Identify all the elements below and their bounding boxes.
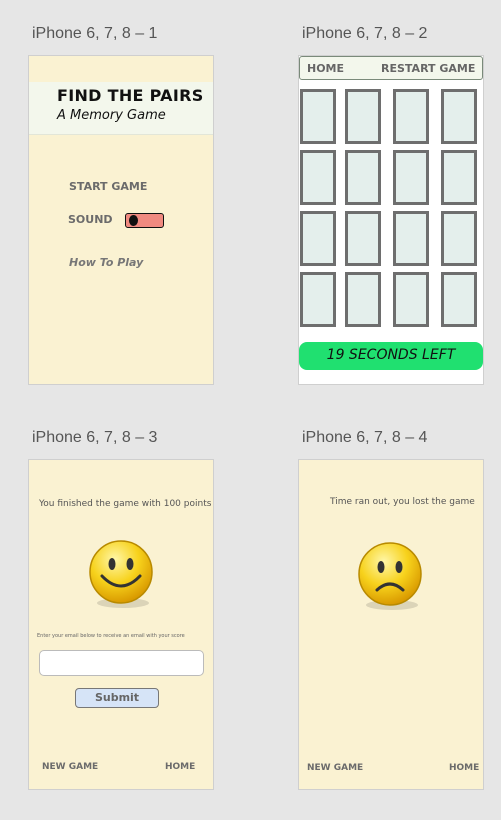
home-button[interactable]: HOME xyxy=(449,763,479,773)
submit-button[interactable]: Submit xyxy=(75,688,159,708)
email-prompt: Enter your email below to receive an ema… xyxy=(37,633,185,639)
artboard-label-3: iPhone 6, 7, 8 – 3 xyxy=(32,429,158,446)
card[interactable] xyxy=(300,89,336,144)
card[interactable] xyxy=(441,89,477,144)
home-button[interactable]: HOME xyxy=(307,62,344,75)
new-game-button[interactable]: NEW GAME xyxy=(307,763,363,773)
toggle-knob xyxy=(129,215,138,226)
card[interactable] xyxy=(345,150,381,205)
sound-label: SOUND xyxy=(68,213,113,226)
timer-text: 19 SECONDS LEFT xyxy=(326,347,456,363)
start-game-button[interactable]: START GAME xyxy=(69,180,147,193)
home-button[interactable]: HOME xyxy=(165,762,195,772)
artboard-label-1: iPhone 6, 7, 8 – 1 xyxy=(32,25,158,42)
card[interactable] xyxy=(393,272,429,327)
lose-screen: Time ran out, you lost the game NEW GAME… xyxy=(298,459,484,790)
win-message: You finished the game with 100 points xyxy=(39,499,212,509)
win-screen: You finished the game with 100 points En… xyxy=(28,459,214,790)
menu-screen: FIND THE PAIRS A Memory Game START GAME … xyxy=(28,55,214,385)
card[interactable] xyxy=(441,150,477,205)
card[interactable] xyxy=(441,211,477,266)
restart-game-button[interactable]: RESTART GAME xyxy=(381,62,475,75)
timer-bar: 19 SECONDS LEFT xyxy=(299,342,483,370)
card[interactable] xyxy=(345,89,381,144)
how-to-play-link[interactable]: How To Play xyxy=(69,256,143,269)
new-game-button[interactable]: NEW GAME xyxy=(42,762,98,772)
artboard-label-2: iPhone 6, 7, 8 – 2 xyxy=(302,25,428,42)
card[interactable] xyxy=(345,211,381,266)
game-title: FIND THE PAIRS xyxy=(57,86,204,105)
card[interactable] xyxy=(300,272,336,327)
lose-message: Time ran out, you lost the game xyxy=(330,497,475,507)
title-banner: FIND THE PAIRS A Memory Game xyxy=(29,82,213,135)
card[interactable] xyxy=(393,150,429,205)
game-header: HOME RESTART GAME xyxy=(299,56,483,80)
game-subtitle: A Memory Game xyxy=(57,108,166,123)
happy-face-icon xyxy=(89,540,153,608)
sad-face-icon xyxy=(358,542,422,610)
game-screen: HOME RESTART GAME 19 SECONDS LEFT xyxy=(298,55,484,385)
email-field[interactable] xyxy=(39,650,204,676)
card[interactable] xyxy=(393,89,429,144)
sound-toggle[interactable] xyxy=(125,213,164,228)
card[interactable] xyxy=(300,150,336,205)
card[interactable] xyxy=(345,272,381,327)
card[interactable] xyxy=(441,272,477,327)
card[interactable] xyxy=(393,211,429,266)
card[interactable] xyxy=(300,211,336,266)
artboard-label-4: iPhone 6, 7, 8 – 4 xyxy=(302,429,428,446)
